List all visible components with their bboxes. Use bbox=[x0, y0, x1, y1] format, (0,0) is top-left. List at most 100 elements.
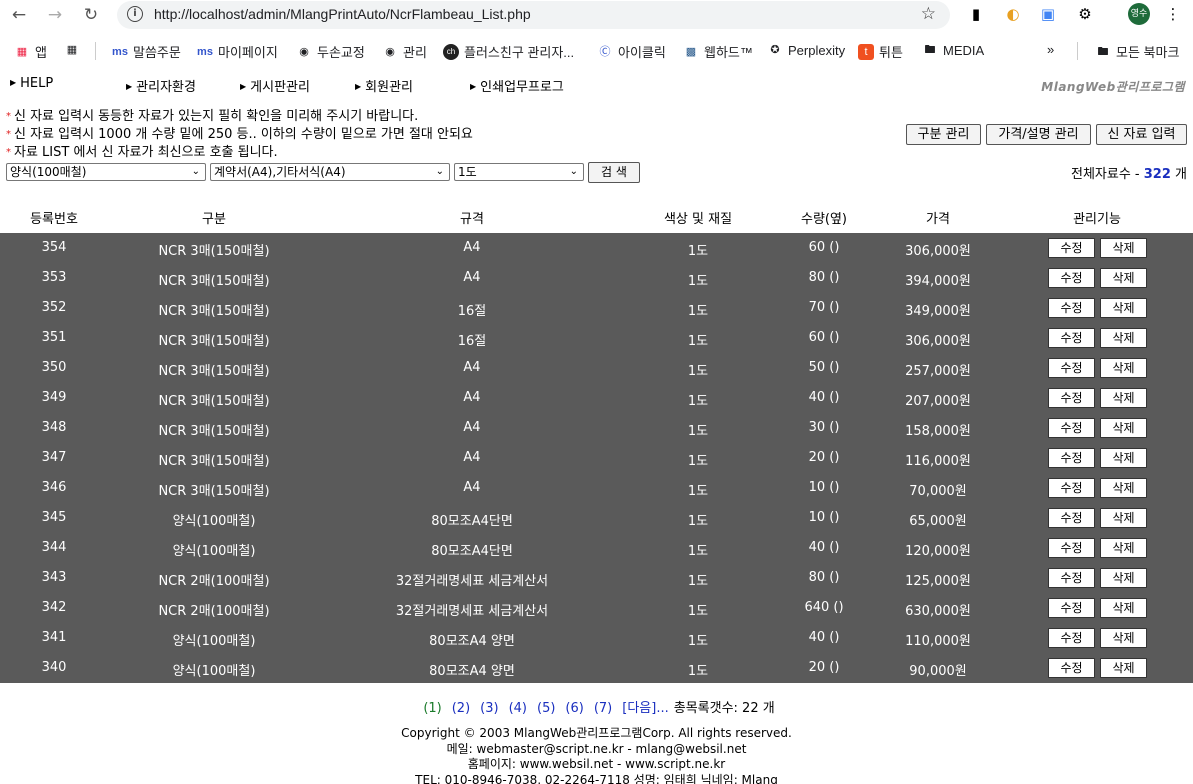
bookmarks-divider bbox=[95, 42, 96, 60]
delete-button[interactable]: 삭제 bbox=[1100, 598, 1147, 618]
back-arrow-icon[interactable]: ← bbox=[8, 4, 30, 26]
price-manage-button[interactable]: 가격/설명 관리 bbox=[986, 124, 1091, 145]
page-link-6[interactable]: (6) bbox=[565, 701, 583, 716]
cell-spec: A4 bbox=[463, 390, 481, 405]
edit-button[interactable]: 수정 bbox=[1048, 508, 1095, 528]
edit-button[interactable]: 수정 bbox=[1048, 538, 1095, 558]
edit-button[interactable]: 수정 bbox=[1048, 388, 1095, 408]
bookmark-6[interactable]: Ⓒ 아이클릭 bbox=[597, 42, 666, 61]
delete-button[interactable]: 삭제 bbox=[1100, 238, 1147, 258]
bookmark-apps[interactable]: ▦ 앱 bbox=[14, 42, 47, 61]
edit-button[interactable]: 수정 bbox=[1048, 568, 1095, 588]
edit-button[interactable]: 수정 bbox=[1048, 298, 1095, 318]
browser-menu-icon[interactable]: ⋮ bbox=[1163, 4, 1183, 24]
page-link-1[interactable]: (1) bbox=[423, 701, 441, 716]
url-text[interactable]: http://localhost/admin/MlangPrintAuto/Nc… bbox=[154, 6, 531, 22]
delete-button[interactable]: 삭제 bbox=[1100, 358, 1147, 378]
bookmark-8[interactable]: ✪ Perplexity bbox=[767, 42, 845, 58]
edit-button[interactable]: 수정 bbox=[1048, 238, 1095, 258]
bookmark-2[interactable]: ms 마이페이지 bbox=[197, 42, 278, 61]
spec-select[interactable]: 계약서(A4),기타서식(A4) ⌄ bbox=[210, 163, 450, 181]
cell-color: 1도 bbox=[687, 604, 709, 619]
forward-arrow-icon[interactable]: → bbox=[44, 4, 66, 26]
delete-button[interactable]: 삭제 bbox=[1100, 328, 1147, 348]
delete-button[interactable]: 삭제 bbox=[1100, 298, 1147, 318]
color-select[interactable]: 1도 ⌄ bbox=[454, 163, 584, 181]
table-row: 347 NCR 3매(150매철) A4 1도 20 () 116,000원 수정 삭제 bbox=[0, 443, 1193, 473]
delete-button[interactable]: 삭제 bbox=[1100, 658, 1147, 678]
edit-button[interactable]: 수정 bbox=[1048, 478, 1095, 498]
extensions-puzzle-icon[interactable]: ⚙ bbox=[1075, 4, 1095, 24]
pagination: (1) (2) (3) (4) (5) (6) (7) [다음]... 총목록갯수: 22 개 bbox=[0, 697, 1193, 716]
edit-button[interactable]: 수정 bbox=[1048, 268, 1095, 288]
edit-button[interactable]: 수정 bbox=[1048, 358, 1095, 378]
table-row: 340 양식(100매철) 80모조A4 양면 1도 20 () 90,000원 수정 삭제 bbox=[0, 653, 1193, 683]
menu-members[interactable]: ▶ 회원관리 bbox=[355, 76, 413, 95]
menu-help[interactable]: ▶ HELP bbox=[10, 76, 53, 91]
cell-color: 1도 bbox=[687, 244, 709, 259]
header-color: 색상 및 재질 bbox=[663, 212, 733, 227]
site-info-icon[interactable]: i bbox=[127, 6, 143, 22]
edit-button[interactable]: 수정 bbox=[1048, 418, 1095, 438]
page-link-5[interactable]: (5) bbox=[537, 701, 555, 716]
bookmark-all[interactable]: 🖿 모든 북마크 bbox=[1095, 42, 1180, 61]
delete-button[interactable]: 삭제 bbox=[1100, 478, 1147, 498]
page-link-7[interactable]: (7) bbox=[594, 701, 612, 716]
cell-qty: 20 () bbox=[808, 450, 840, 465]
menu-admin-env[interactable]: ▶ 관리자환경 bbox=[126, 76, 196, 95]
delete-button[interactable]: 삭제 bbox=[1100, 268, 1147, 288]
bookmark-3[interactable]: ◉ 두손교정 bbox=[296, 42, 365, 61]
color-extension-icon[interactable]: ◐ bbox=[1003, 4, 1023, 24]
delete-button[interactable]: 삭제 bbox=[1100, 448, 1147, 468]
delete-button[interactable]: 삭제 bbox=[1100, 628, 1147, 648]
page-link-2[interactable]: (2) bbox=[452, 701, 470, 716]
profile-avatar[interactable]: 영수 bbox=[1128, 3, 1150, 25]
barcode-extension-icon[interactable]: ▮ bbox=[966, 4, 986, 24]
edit-button[interactable]: 수정 bbox=[1048, 598, 1095, 618]
bookmark-7[interactable]: ▩ 웹하드™ bbox=[683, 42, 753, 61]
bookmark-10[interactable]: 🖿 MEDIA bbox=[922, 42, 985, 58]
delete-button[interactable]: 삭제 bbox=[1100, 568, 1147, 588]
more-bookmarks-chevron-icon[interactable]: » bbox=[1047, 42, 1054, 57]
cell-color: 1도 bbox=[687, 454, 709, 469]
edit-button[interactable]: 수정 bbox=[1048, 448, 1095, 468]
edit-button[interactable]: 수정 bbox=[1048, 328, 1095, 348]
new-entry-button[interactable]: 신 자료 입력 bbox=[1096, 124, 1187, 145]
folder-icon: 🖿 bbox=[924, 44, 936, 56]
page-link-4[interactable]: (4) bbox=[509, 701, 527, 716]
bookmark-4[interactable]: ◉ 관리 bbox=[382, 42, 427, 61]
bookmark-1[interactable]: ms 말씀주문 bbox=[112, 42, 181, 61]
next-page-link[interactable]: [다음]... bbox=[622, 701, 668, 716]
edit-button[interactable]: 수정 bbox=[1048, 658, 1095, 678]
delete-button[interactable]: 삭제 bbox=[1100, 418, 1147, 438]
cell-color: 1도 bbox=[687, 484, 709, 499]
edit-button[interactable]: 수정 bbox=[1048, 628, 1095, 648]
cell-spec: A4 bbox=[463, 360, 481, 375]
page-link-3[interactable]: (3) bbox=[480, 701, 498, 716]
tw-icon: t bbox=[858, 43, 874, 60]
notice-item: * 자료 LIST 에서 신 자료가 최신으로 호출 됩니다. bbox=[6, 145, 278, 160]
menu-board[interactable]: ▶ 게시판관리 bbox=[240, 76, 310, 95]
cell-type: 양식(100매철) bbox=[172, 634, 256, 649]
search-button[interactable]: 검 색 bbox=[588, 162, 640, 183]
delete-button[interactable]: 삭제 bbox=[1100, 538, 1147, 558]
cell-color: 1도 bbox=[687, 514, 709, 529]
triangle-right-icon: ▶ bbox=[126, 82, 133, 91]
cell-spec: 16절 bbox=[457, 334, 487, 349]
bookmark-star-icon[interactable]: ☆ bbox=[921, 4, 936, 24]
cell-qty: 40 () bbox=[808, 630, 840, 645]
cell-type: NCR 3매(150매철) bbox=[158, 274, 270, 289]
cell-type: NCR 3매(150매철) bbox=[158, 424, 270, 439]
chevron-down-icon: ⌄ bbox=[569, 166, 578, 177]
bookmark-grid[interactable]: ▦ bbox=[64, 42, 85, 58]
bookmark-9[interactable]: t 튀튼 bbox=[858, 42, 903, 61]
type-select[interactable]: 양식(100매철) ⌄ bbox=[6, 163, 206, 181]
address-bar[interactable]: i http://localhost/admin/MlangPrintAuto/… bbox=[117, 1, 950, 29]
delete-button[interactable]: 삭제 bbox=[1100, 508, 1147, 528]
reload-icon[interactable]: ↻ bbox=[80, 4, 102, 26]
bookmark-5[interactable]: ch 플러스친구 관리자... bbox=[443, 42, 574, 61]
delete-button[interactable]: 삭제 bbox=[1100, 388, 1147, 408]
category-manage-button[interactable]: 구분 관리 bbox=[906, 124, 981, 145]
menu-print-work[interactable]: ▶ 인쇄업무프로그 bbox=[470, 76, 564, 95]
translate-extension-icon[interactable]: ▣ bbox=[1038, 4, 1058, 24]
